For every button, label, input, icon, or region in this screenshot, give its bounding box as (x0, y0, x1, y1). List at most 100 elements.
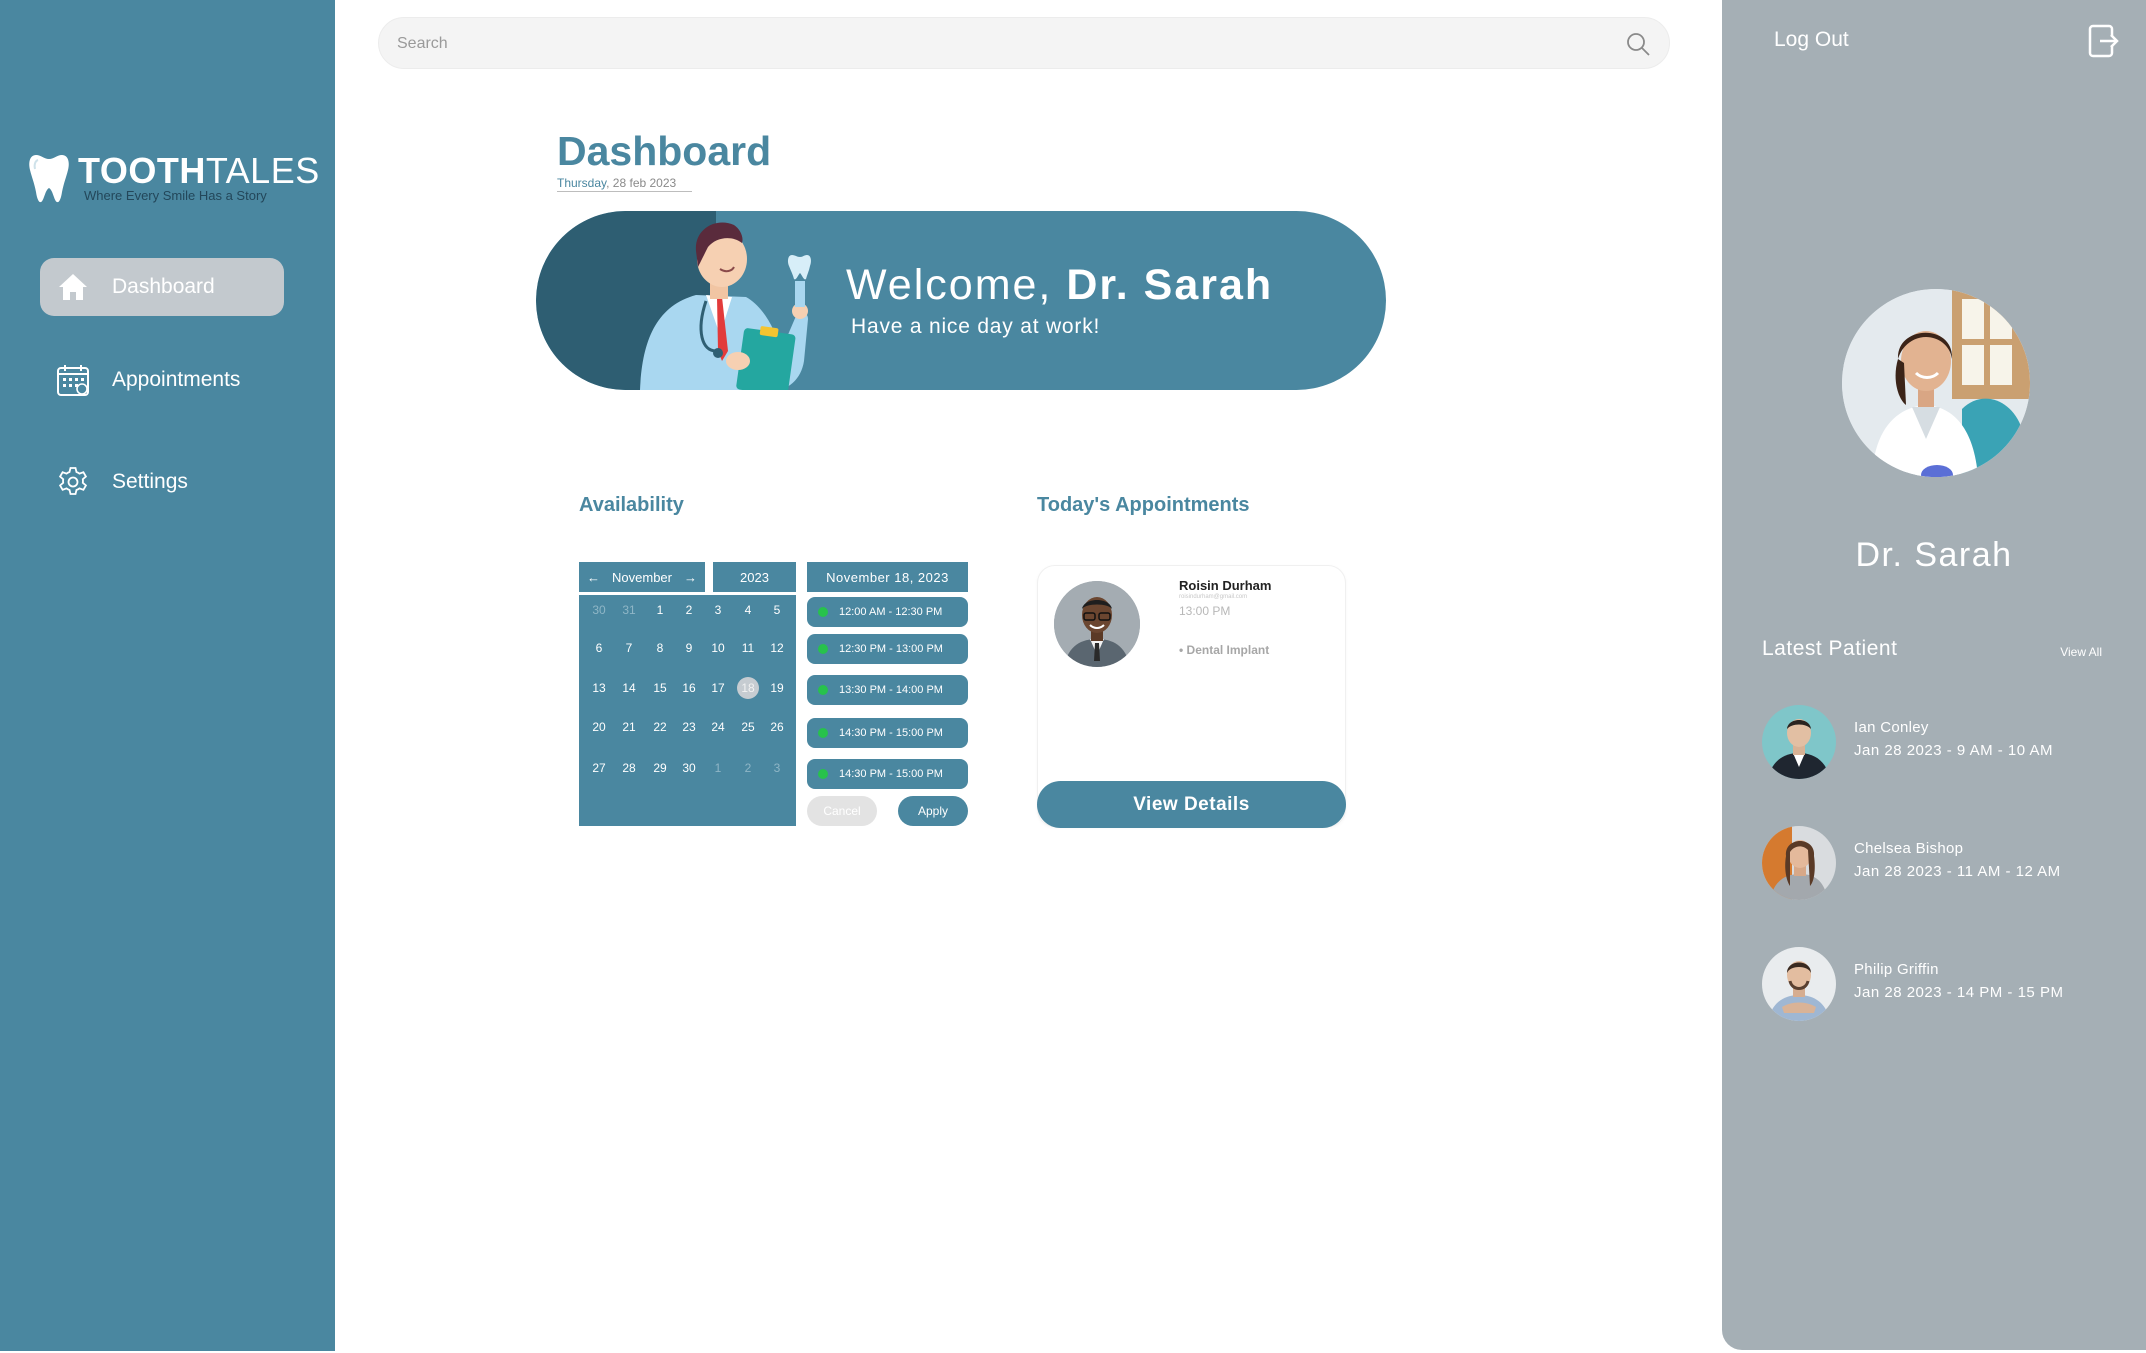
year-selector[interactable]: 2023 (713, 562, 796, 592)
calendar-day[interactable]: 23 (674, 712, 704, 742)
calendar-day-number: 3 (714, 603, 722, 617)
calendar-day-number: 30 (682, 761, 696, 775)
welcome-heading: Welcome, Dr. Sarah (846, 261, 1274, 309)
search-bar (378, 17, 1670, 69)
time-slot-label: 13:30 PM - 14:00 PM (839, 684, 943, 696)
app-root: TOOTHTALES Where Every Smile Has a Story… (0, 0, 2146, 1353)
calendar-day-number: 8 (656, 641, 664, 655)
logout-icon[interactable] (2088, 24, 2120, 58)
calendar-day[interactable]: 11 (733, 633, 763, 663)
calendar-day[interactable]: 1 (645, 595, 675, 625)
calendar-day-number: 7 (625, 641, 633, 655)
appointment-patient-email: roisindurham@gmail.com (1179, 594, 1248, 600)
calendar-day-number: 28 (622, 761, 636, 775)
appointment-treatment: • Dental Implant (1179, 643, 1270, 657)
calendar-day-selected[interactable]: 18 (733, 673, 763, 703)
time-slot[interactable]: 13:30 PM - 14:00 PM (807, 675, 968, 705)
availability-dot-icon (818, 685, 828, 695)
calendar-day[interactable]: 22 (645, 712, 675, 742)
calendar-day[interactable]: 4 (733, 595, 763, 625)
calendar-day[interactable]: 29 (645, 753, 675, 783)
time-slot[interactable]: 14:30 PM - 15:00 PM (807, 759, 968, 789)
welcome-subtitle: Have a nice day at work! (851, 315, 1101, 338)
month-selector: ← November → (579, 562, 705, 592)
calendar-day-number: 19 (770, 681, 784, 695)
calendar-day[interactable]: 20 (584, 712, 614, 742)
calendar-day-number: 1 (656, 603, 664, 617)
brand-logo: TOOTHTALES Where Every Smile Has a Story (28, 148, 328, 208)
time-slot[interactable]: 12:30 PM - 13:00 PM (807, 634, 968, 664)
calendar-day[interactable]: 31 (614, 595, 644, 625)
calendar-day[interactable]: 26 (762, 712, 792, 742)
calendar-day[interactable]: 25 (733, 712, 763, 742)
calendar-day[interactable]: 8 (645, 633, 675, 663)
sidebar: TOOTHTALES Where Every Smile Has a Story… (0, 0, 335, 1351)
calendar-day[interactable]: 13 (584, 673, 614, 703)
calendar-day[interactable]: 9 (674, 633, 704, 663)
calendar-day[interactable]: 30 (584, 595, 614, 625)
page-title: Dashboard (557, 128, 772, 174)
calendar-day[interactable]: 7 (614, 633, 644, 663)
calendar-day[interactable]: 2 (733, 753, 763, 783)
calendar-day-number: 16 (682, 681, 696, 695)
calendar-day-number: 2 (685, 603, 693, 617)
availability-dot-icon (818, 769, 828, 779)
search-input[interactable] (397, 30, 1577, 58)
sidebar-item-dashboard[interactable]: Dashboard (40, 258, 284, 316)
calendar-day[interactable]: 15 (645, 673, 675, 703)
calendar-day-number: 21 (622, 720, 636, 734)
calendar-day[interactable]: 3 (703, 595, 733, 625)
calendar-day[interactable]: 24 (703, 712, 733, 742)
calendar-day[interactable]: 30 (674, 753, 704, 783)
availability-heading: Availability (579, 494, 684, 516)
calendar-day[interactable]: 1 (703, 753, 733, 783)
doctor-illustration (640, 222, 811, 390)
view-details-button[interactable]: View Details (1037, 781, 1346, 828)
brand-tagline: Where Every Smile Has a Story (84, 188, 267, 203)
patient-appointment-time: Jan 28 2023 - 14 PM - 15 PM (1854, 984, 2064, 1001)
latest-patient-item[interactable]: Chelsea Bishop Jan 28 2023 - 11 AM - 12 … (1762, 826, 2132, 902)
latest-patient-item[interactable]: Philip Griffin Jan 28 2023 - 14 PM - 15 … (1762, 947, 2132, 1023)
calendar-day-number: 11 (741, 641, 755, 655)
month-label: November (612, 569, 672, 585)
calendar-day[interactable]: 14 (614, 673, 644, 703)
tooth-icon (29, 155, 69, 203)
calendar-day-number: 6 (595, 641, 603, 655)
calendar-day[interactable]: 28 (614, 753, 644, 783)
time-slot-label: 12:00 AM - 12:30 PM (839, 606, 943, 618)
prev-month-button[interactable]: ← (587, 570, 600, 585)
cancel-button[interactable]: Cancel (807, 796, 877, 826)
calendar-day[interactable]: 27 (584, 753, 614, 783)
sidebar-item-settings[interactable]: Settings (40, 453, 284, 511)
calendar-day[interactable]: 10 (703, 633, 733, 663)
latest-patient-item[interactable]: Ian Conley Jan 28 2023 - 9 AM - 10 AM (1762, 705, 2132, 781)
calendar-day-number: 24 (711, 720, 725, 734)
calendar-grid: 30 31 1 2 3 4 5 6 7 8 9 10 11 12 13 14 15 16 17 18 19 20 21 22 2… (579, 595, 796, 826)
calendar-day[interactable]: 5 (762, 595, 792, 625)
time-slot[interactable]: 12:00 AM - 12:30 PM (807, 597, 968, 627)
calendar-day[interactable]: 17 (703, 673, 733, 703)
calendar-day[interactable]: 2 (674, 595, 704, 625)
patient-avatar (1762, 826, 1836, 900)
calendar-day[interactable]: 12 (762, 633, 792, 663)
next-month-button[interactable]: → (684, 570, 697, 585)
calendar-day[interactable]: 21 (614, 712, 644, 742)
calendar-day-number: 2 (744, 761, 752, 775)
time-slot-label: 12:30 PM - 13:00 PM (839, 643, 943, 655)
patient-avatar (1054, 581, 1140, 667)
sidebar-item-label: Dashboard (112, 275, 215, 298)
calendar-day[interactable]: 6 (584, 633, 614, 663)
calendar-day[interactable]: 19 (762, 673, 792, 703)
calendar-day-number: 29 (653, 761, 667, 775)
calendar-day[interactable]: 3 (762, 753, 792, 783)
patient-appointment-time: Jan 28 2023 - 11 AM - 12 AM (1854, 863, 2061, 880)
sidebar-item-label: Appointments (112, 368, 241, 391)
home-icon (56, 270, 90, 304)
search-icon[interactable] (1625, 31, 1651, 57)
calendar-day[interactable]: 16 (674, 673, 704, 703)
apply-button[interactable]: Apply (898, 796, 968, 826)
logout-link[interactable]: Log Out (1774, 28, 1849, 52)
time-slot[interactable]: 14:30 PM - 15:00 PM (807, 718, 968, 748)
sidebar-item-appointments[interactable]: Appointments (40, 351, 284, 409)
view-all-link[interactable]: View All (2060, 645, 2102, 659)
